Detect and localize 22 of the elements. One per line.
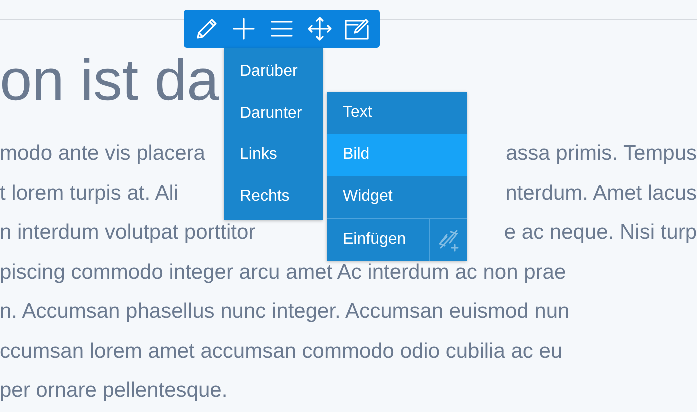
paragraph-text: n. Accumsan phasellus nunc integer. Accumsan euismod nun bbox=[0, 299, 570, 325]
menu-item[interactable]: Einfügen bbox=[327, 219, 429, 261]
edit-frame-icon bbox=[344, 16, 370, 42]
paragraph-text: t lorem turpis at. Ali bbox=[0, 180, 179, 206]
paragraph-text: e ac neque. Nisi turp bbox=[504, 220, 697, 246]
menu-item[interactable]: Rechts bbox=[224, 176, 323, 217]
menu-item[interactable]: Darunter bbox=[224, 92, 323, 134]
menu-item[interactable]: Bild bbox=[327, 134, 467, 176]
menu-item[interactable]: Widget bbox=[327, 176, 467, 218]
page-heading: on ist da bbox=[0, 50, 220, 112]
paragraph-text: piscing commodo integer arcu amet Ac interdum ac non prae bbox=[0, 260, 566, 286]
paragraph-text: per ornare pellentesque. bbox=[0, 378, 228, 404]
paragraph-text: ccumsan lorem amet accumsan commodo odio cubilia ac eu bbox=[0, 338, 563, 364]
menu-item[interactable]: Darüber bbox=[224, 51, 323, 92]
plus-icon bbox=[231, 16, 258, 42]
paragraph-text: assa primis. Tempus bbox=[506, 141, 697, 167]
paragraph-text: n interdum volutpat porttitor bbox=[0, 220, 256, 246]
move-icon bbox=[306, 16, 333, 42]
paragraph-text: modo ante vis placera bbox=[0, 141, 206, 167]
menu-item[interactable]: Links bbox=[224, 134, 323, 176]
paragraph-text: nterdum. Amet lacus bbox=[506, 180, 697, 206]
menu-item[interactable]: Text bbox=[327, 92, 467, 134]
